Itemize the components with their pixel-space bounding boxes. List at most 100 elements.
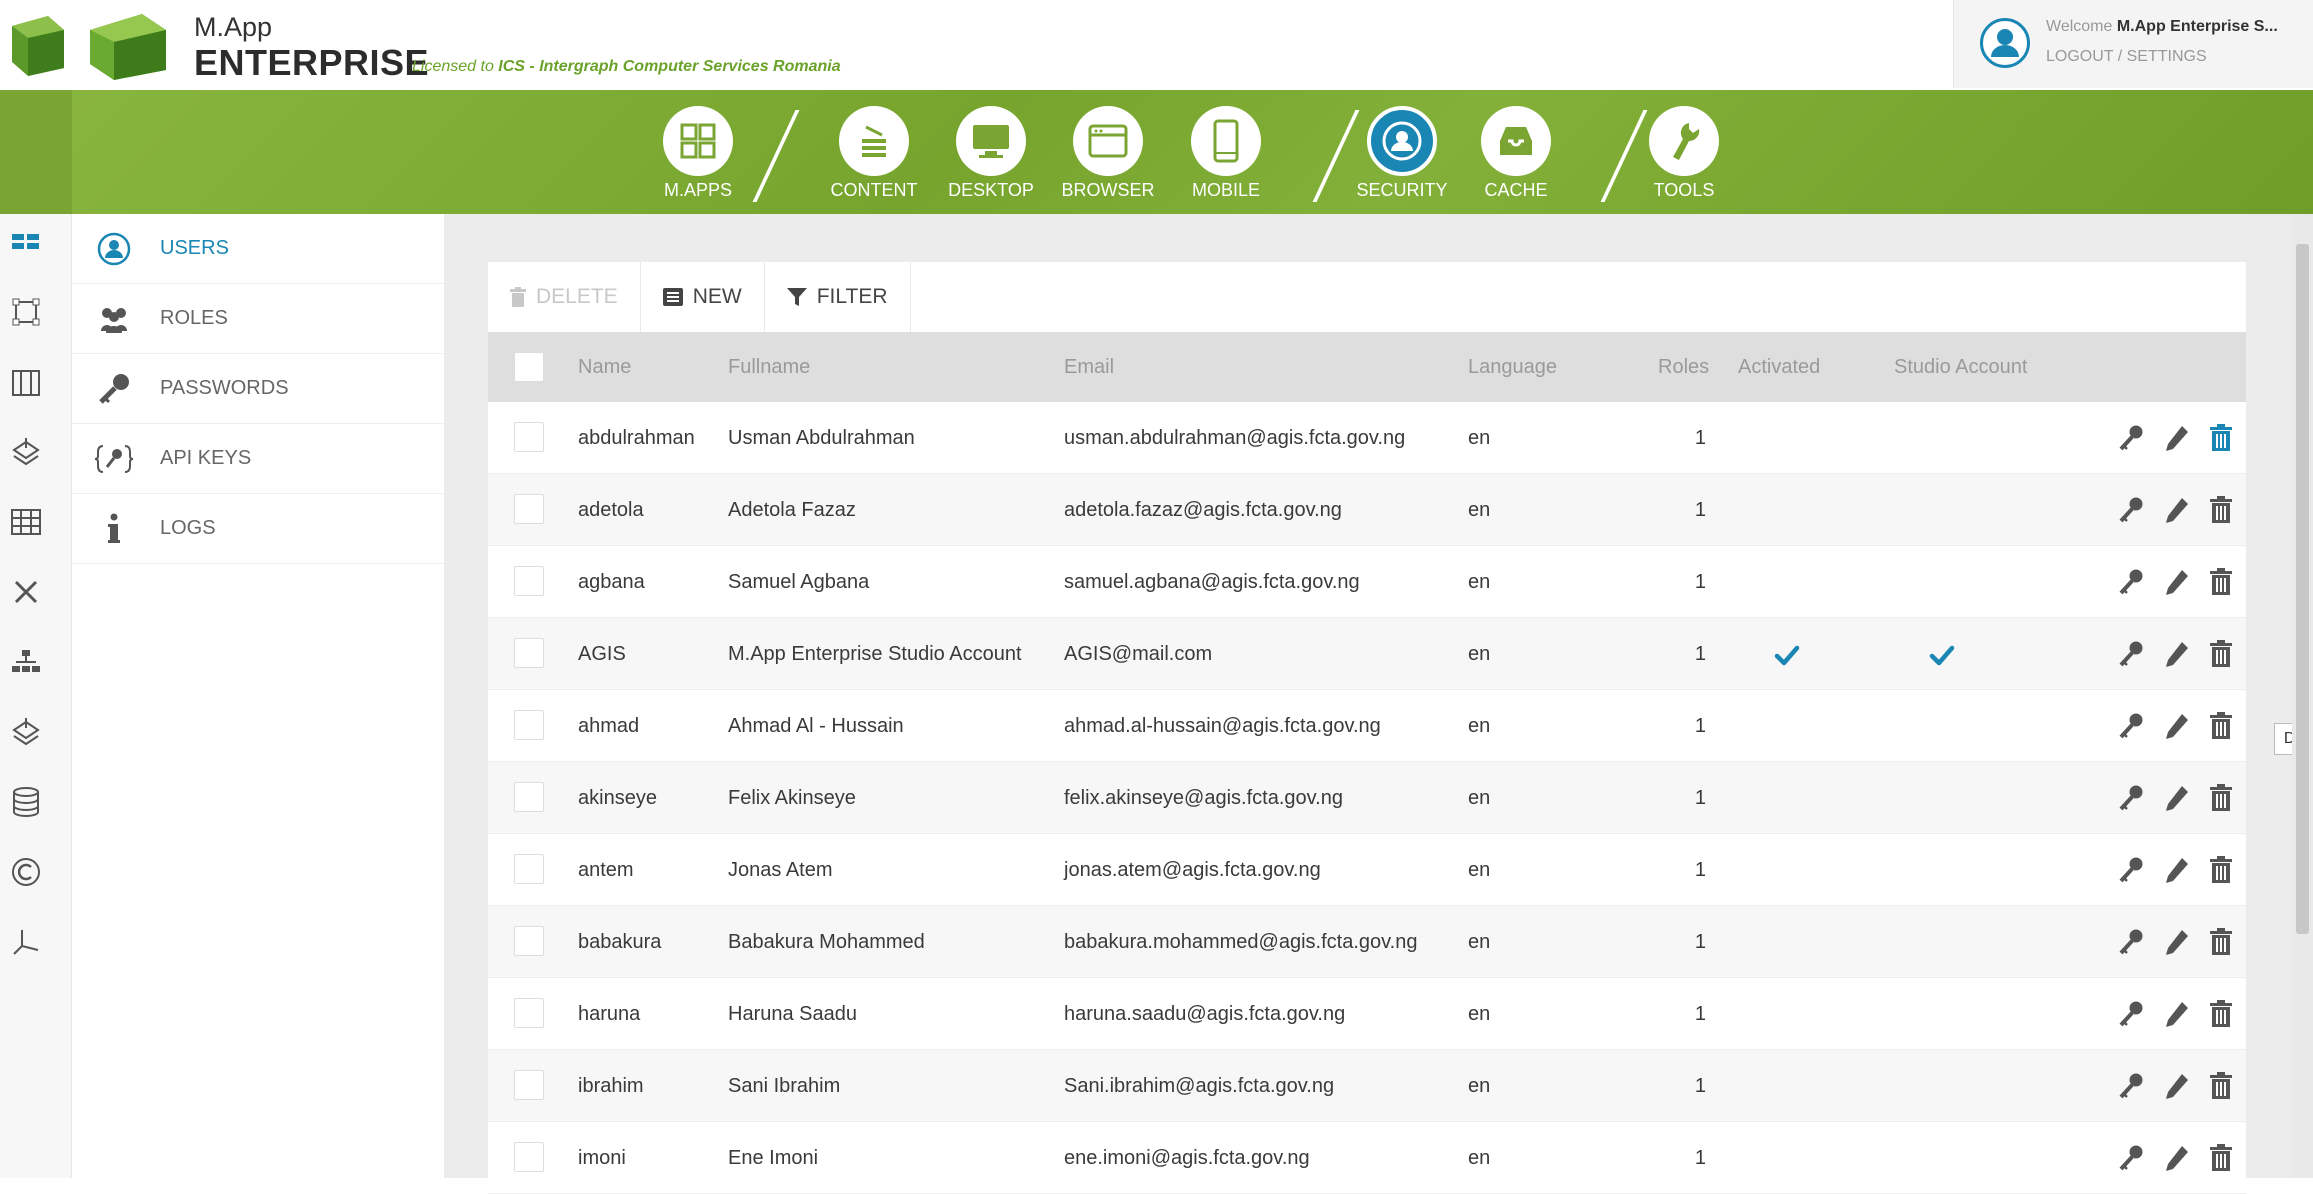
delete-trash-icon[interactable] [2210, 1144, 2236, 1172]
nav-desktop[interactable]: DESKTOP [941, 106, 1041, 201]
sidebar-item-passwords[interactable]: PASSWORDS [72, 354, 444, 424]
delete-trash-icon[interactable] [2210, 640, 2236, 668]
row-checkbox[interactable] [514, 1070, 544, 1100]
column-header-fullname[interactable]: Fullname [728, 332, 810, 402]
database-icon[interactable] [10, 786, 42, 818]
row-checkbox[interactable] [514, 638, 544, 668]
key-icon[interactable] [2118, 568, 2144, 596]
row-checkbox[interactable] [514, 926, 544, 956]
edit-pencil-icon[interactable] [2164, 1072, 2190, 1100]
table-row[interactable]: ibrahim Sani Ibrahim Sani.ibrahim@agis.fct… [488, 1050, 2246, 1122]
key-icon[interactable] [2118, 712, 2144, 740]
key-icon[interactable] [2118, 784, 2144, 812]
cell-email: ene.imoni@agis.fcta.gov.ng [1064, 1147, 1310, 1169]
hierarchy-icon[interactable] [10, 646, 42, 678]
edit-pencil-icon[interactable] [2164, 784, 2190, 812]
nav-cache[interactable]: CACHE [1466, 106, 1566, 201]
row-checkbox[interactable] [514, 998, 544, 1028]
nav-mobile[interactable]: MOBILE [1176, 106, 1276, 201]
layer-stack-icon[interactable] [10, 436, 42, 468]
nav-label: DESKTOP [948, 180, 1034, 200]
select-all-checkbox[interactable] [514, 352, 544, 382]
column-header-activated[interactable]: Activated [1738, 332, 1820, 402]
column-header-language[interactable]: Language [1468, 332, 1557, 402]
edit-pencil-icon[interactable] [2164, 1000, 2190, 1028]
table-row[interactable]: haruna Haruna Saadu haruna.saadu@agis.fcta… [488, 978, 2246, 1050]
bounding-box-icon[interactable] [10, 296, 42, 328]
table-row[interactable]: ahmad Ahmad Al - Hussain ahmad.al-hussain@… [488, 690, 2246, 762]
key-icon[interactable] [2118, 496, 2144, 524]
table-row[interactable]: agbana Samuel Agbana samuel.agbana@agis.fc… [488, 546, 2246, 618]
row-checkbox[interactable] [514, 710, 544, 740]
row-checkbox[interactable] [514, 1142, 544, 1172]
key-icon[interactable] [2118, 424, 2144, 452]
edit-pencil-icon[interactable] [2164, 424, 2190, 452]
delete-button[interactable]: DELETE [488, 262, 640, 332]
layers-icon[interactable] [10, 716, 42, 748]
table-row[interactable]: adetola Adetola Fazaz adetola.fazaz@agis.f… [488, 474, 2246, 546]
row-checkbox[interactable] [514, 854, 544, 884]
sidebar-item-roles[interactable]: ROLES [72, 284, 444, 354]
nav-content[interactable]: CONTENT [824, 106, 924, 201]
edit-pencil-icon[interactable] [2164, 928, 2190, 956]
key-icon[interactable] [2118, 1000, 2144, 1028]
delete-trash-icon[interactable] [2210, 424, 2236, 452]
edit-pencil-icon[interactable] [2164, 712, 2190, 740]
key-icon[interactable] [2118, 1072, 2144, 1100]
nav-security[interactable]: SECURITY [1352, 106, 1452, 201]
key-icon[interactable] [2118, 928, 2144, 956]
copyright-icon[interactable] [10, 856, 42, 888]
column-header-roles[interactable]: Roles [1658, 332, 1709, 402]
axis-icon[interactable] [10, 926, 42, 958]
delete-trash-icon[interactable] [2210, 1072, 2236, 1100]
table-grid-icon[interactable] [10, 506, 42, 538]
logout-settings-links[interactable]: LOGOUT / SETTINGS [2046, 48, 2207, 66]
nav-tools[interactable]: TOOLS [1634, 106, 1734, 201]
cell-name: antem [578, 859, 634, 881]
new-button[interactable]: NEW [641, 262, 764, 332]
edit-pencil-icon[interactable] [2164, 496, 2190, 524]
row-checkbox[interactable] [514, 566, 544, 596]
mapp-logo[interactable] [84, 8, 170, 84]
table-row[interactable]: AGIS M.App Enterprise Studio Account AGIS@… [488, 618, 2246, 690]
key-icon[interactable] [2118, 856, 2144, 884]
row-checkbox[interactable] [514, 494, 544, 524]
delete-trash-icon[interactable] [2210, 856, 2236, 884]
edit-pencil-icon[interactable] [2164, 856, 2190, 884]
columns-icon[interactable] [10, 366, 42, 398]
key-icon[interactable] [2118, 1144, 2144, 1172]
delete-trash-icon[interactable] [2210, 784, 2236, 812]
row-checkbox[interactable] [514, 422, 544, 452]
user-avatar-icon[interactable] [1980, 18, 2030, 68]
dashboard-icon[interactable] [10, 226, 42, 258]
key-icon[interactable] [2118, 640, 2144, 668]
row-checkbox[interactable] [514, 782, 544, 812]
table-row[interactable]: antem Jonas Atem jonas.atem@agis.fcta.gov.… [488, 834, 2246, 906]
license-text: Licensed to ICS - Intergraph Computer Se… [412, 58, 841, 76]
scrollbar-thumb[interactable] [2296, 244, 2309, 934]
delete-trash-icon[interactable] [2210, 1000, 2236, 1028]
sidebar-item-logs[interactable]: LOGS [72, 494, 444, 564]
sidebar-item-users[interactable]: USERS [72, 214, 444, 284]
nav-browser[interactable]: BROWSER [1058, 106, 1158, 201]
edit-pencil-icon[interactable] [2164, 568, 2190, 596]
delete-trash-icon[interactable] [2210, 496, 2236, 524]
edit-pencil-icon[interactable] [2164, 1144, 2190, 1172]
nav-mapps[interactable]: M.APPS [648, 106, 748, 201]
filter-button[interactable]: FILTER [765, 262, 910, 332]
edit-pencil-icon[interactable] [2164, 640, 2190, 668]
delete-trash-icon[interactable] [2210, 928, 2236, 956]
table-row[interactable]: imoni Ene Imoni ene.imoni@agis.fcta.gov.ng… [488, 1122, 2246, 1194]
table-row[interactable]: abdulrahman Usman Abdulrahman usman.abdulr… [488, 402, 2246, 474]
welcome-text: Welcome M.App Enterprise S... [2046, 18, 2278, 36]
sidebar-item-api-keys[interactable]: API KEYS [72, 424, 444, 494]
scrollbar[interactable] [2292, 214, 2313, 1178]
column-header-name[interactable]: Name [578, 332, 631, 402]
table-row[interactable]: akinseye Felix Akinseye felix.akinseye@agi… [488, 762, 2246, 834]
table-row[interactable]: babakura Babakura Mohammed babakura.mohamm… [488, 906, 2246, 978]
tools-cross-icon[interactable] [10, 576, 42, 608]
delete-trash-icon[interactable] [2210, 712, 2236, 740]
column-header-studio-account[interactable]: Studio Account [1894, 332, 2027, 402]
column-header-email[interactable]: Email [1064, 332, 1114, 402]
delete-trash-icon[interactable] [2210, 568, 2236, 596]
